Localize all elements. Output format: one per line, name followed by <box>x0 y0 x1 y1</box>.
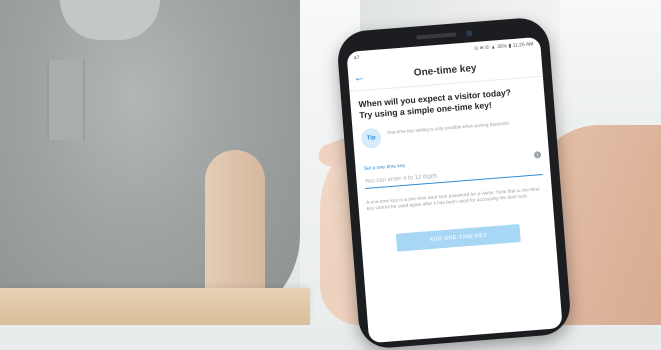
tip-row: Tip One-time key setting is only possibl… <box>360 115 539 150</box>
field-label: Set a one-time key <box>363 162 406 172</box>
courier-placket <box>47 60 85 140</box>
phone-screen: 47 ⊙ ✉ ✆ ▲ 35% ▮ 11:25 AM ← One-time key… <box>346 36 563 344</box>
add-one-time-key-button[interactable]: ADD ONE-TIME KEY <box>395 223 521 252</box>
parcel-box <box>0 288 310 325</box>
description-text: A one-time key is a one-time door lock p… <box>366 187 540 213</box>
phone-camera <box>466 30 473 37</box>
courier-arm <box>205 150 265 300</box>
info-icon[interactable]: i <box>533 151 542 159</box>
page-title: One-time key <box>413 62 477 79</box>
smartphone: 47 ⊙ ✉ ✆ ▲ 35% ▮ 11:25 AM ← One-time key… <box>335 16 573 350</box>
status-left: 47 <box>353 54 360 61</box>
phone-speaker <box>416 32 457 40</box>
content-area: When will you expect a visitor today? Tr… <box>350 77 556 254</box>
tip-text: One-time key setting is only possible wh… <box>386 120 511 136</box>
arrow-left-icon[interactable]: ← <box>353 69 368 85</box>
tip-badge: Tip <box>360 127 382 150</box>
status-right: ⊙ ✉ ✆ ▲ 35% ▮ 11:25 AM <box>473 40 534 52</box>
heading: When will you expect a visitor today? Tr… <box>358 85 537 121</box>
